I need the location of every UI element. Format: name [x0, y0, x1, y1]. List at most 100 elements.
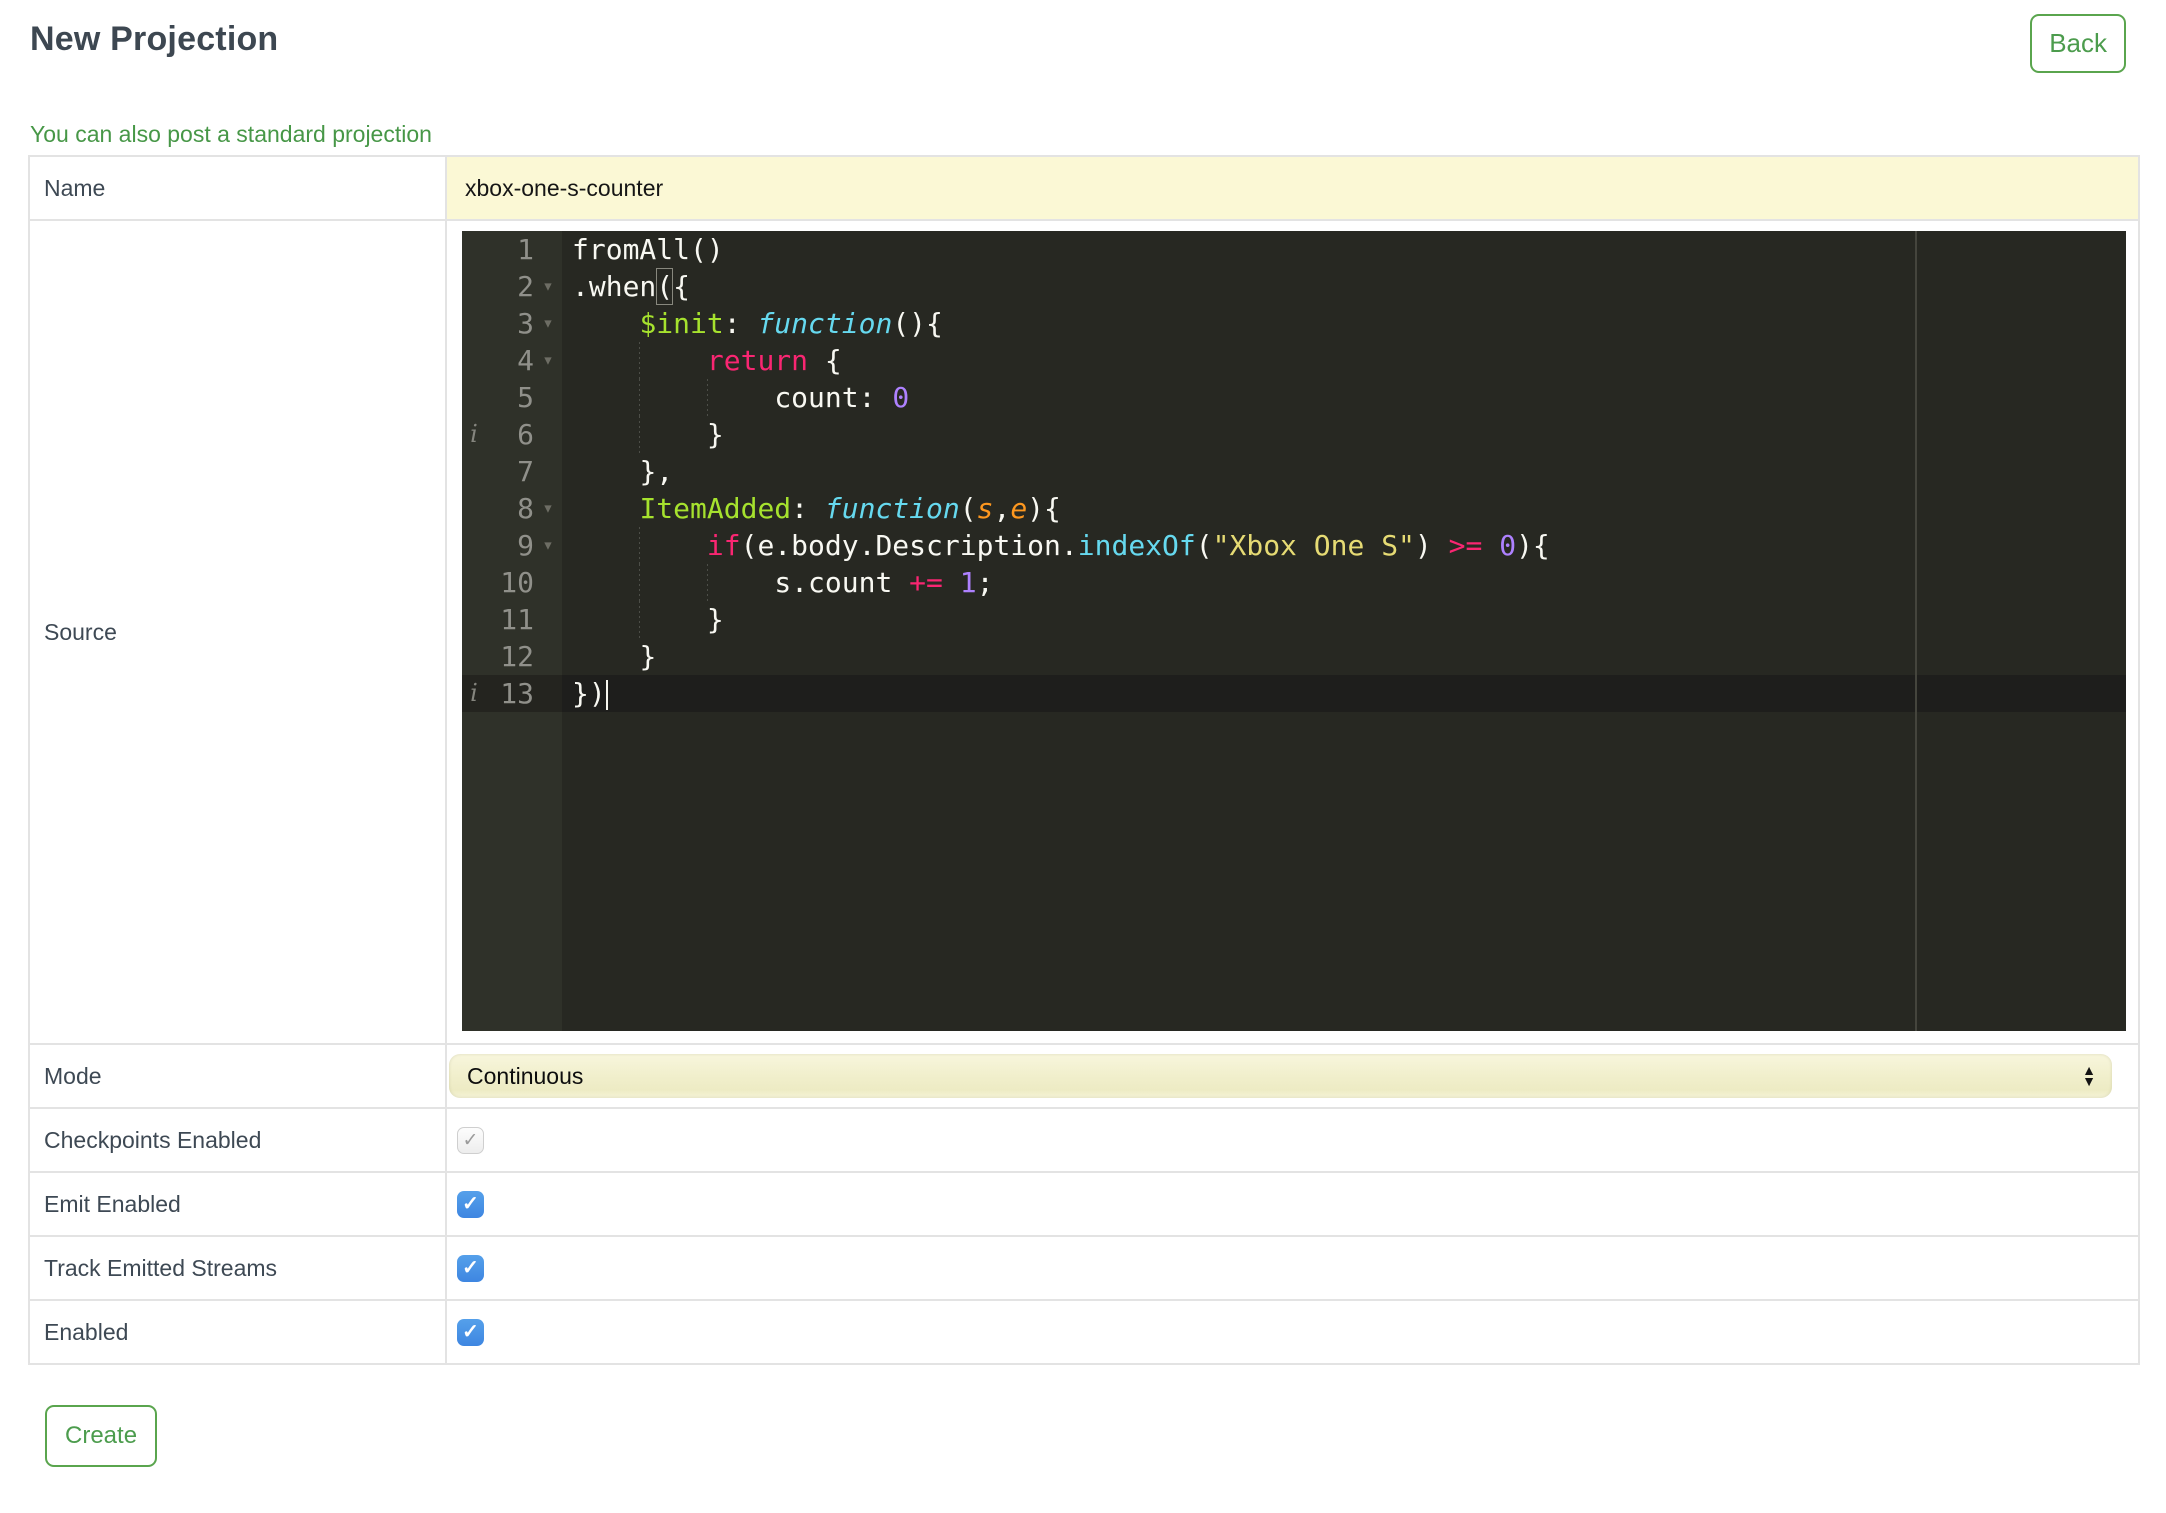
checkmark-icon: ✓: [462, 1257, 479, 1279]
mode-select[interactable]: Continuous ▲ ▼: [449, 1054, 2112, 1098]
checkmark-icon: ✓: [462, 1193, 479, 1215]
gutter-cell: 3 ▾: [462, 305, 562, 342]
emit-checkbox[interactable]: ✓: [457, 1190, 484, 1218]
gutter-cell: 5: [462, 379, 562, 416]
enabled-label: Enabled: [28, 1299, 447, 1365]
code-line: 10 s.count += 1;: [462, 564, 2126, 601]
gutter-cell: i 13: [462, 675, 562, 712]
code-text: $init: function(){: [639, 307, 943, 340]
code-line: 12 }: [462, 638, 2126, 675]
fold-slot: [534, 231, 562, 268]
checkmark-icon: ✓: [462, 1321, 479, 1343]
code-text: ItemAdded: function(s,e){: [639, 492, 1061, 525]
page-title: New Projection: [30, 20, 279, 58]
checkpoints-label: Checkpoints Enabled: [28, 1107, 447, 1173]
gutter-cell: 1: [462, 231, 562, 268]
editor-empty-area: [462, 712, 2126, 1031]
annotation-slot: [462, 527, 486, 564]
mode-label: Mode: [28, 1043, 447, 1109]
code-line: 1 fromAll(): [462, 231, 2126, 268]
code-text: fromAll(): [572, 233, 724, 266]
name-input[interactable]: [447, 159, 2122, 217]
code-text: s.count += 1;: [562, 564, 993, 601]
annotation-slot: [462, 601, 486, 638]
line-number: 13: [500, 677, 534, 710]
fold-slot: [534, 601, 562, 638]
line-number: 3: [517, 307, 534, 340]
fold-arrow-icon[interactable]: ▾: [534, 268, 562, 305]
code-text: if(e.body.Description.indexOf("Xbox One …: [562, 527, 1550, 564]
line-number: 11: [500, 603, 534, 636]
fold-arrow-icon[interactable]: ▾: [534, 342, 562, 379]
code-text: },: [639, 455, 674, 488]
gutter-cell: 12: [462, 638, 562, 675]
fold-slot: [534, 638, 562, 675]
annotation-slot: [462, 231, 486, 268]
gutter-cell: 11: [462, 601, 562, 638]
mode-row: Mode Continuous ▲ ▼: [28, 1043, 2140, 1109]
fold-slot: [534, 379, 562, 416]
select-down-arrow-icon: ▼: [2082, 1073, 2096, 1089]
gutter-cell: i6: [462, 416, 562, 453]
emit-cell: ✓: [445, 1171, 2140, 1237]
source-code-editor[interactable]: 1 fromAll() 2 ▾ .when({3 ▾ $init: function(){…: [462, 231, 2126, 1031]
mode-select-value: Continuous: [467, 1062, 584, 1089]
fold-arrow-icon[interactable]: ▾: [534, 527, 562, 564]
fold-slot: [534, 675, 562, 712]
annotation-slot: [462, 564, 486, 601]
standard-projection-link[interactable]: You can also post a standard projection: [30, 121, 2166, 147]
fold-slot: [534, 453, 562, 490]
line-number: 2: [517, 270, 534, 303]
annotation-slot: [462, 490, 486, 527]
annotation-slot: [462, 342, 486, 379]
page-header: New Projection Back: [0, 0, 2166, 73]
back-button[interactable]: Back: [2030, 14, 2126, 73]
checkpoints-cell: ✓: [445, 1107, 2140, 1173]
track-emitted-streams-checkbox[interactable]: ✓: [457, 1254, 484, 1282]
fold-slot: [534, 564, 562, 601]
fold-arrow-icon[interactable]: ▾: [534, 305, 562, 342]
gutter-cell: 10: [462, 564, 562, 601]
annotation-slot: [462, 305, 486, 342]
code-line: 5 count: 0: [462, 379, 2126, 416]
line-number: 7: [517, 455, 534, 488]
track-row: Track Emitted Streams ✓: [28, 1235, 2140, 1301]
gutter-cell: 8 ▾: [462, 490, 562, 527]
name-label: Name: [28, 155, 447, 221]
fold-arrow-icon[interactable]: ▾: [534, 490, 562, 527]
projection-form-table: Name Source 1fromAll()2▾.when({3▾ $init:…: [28, 155, 2140, 1365]
gutter-cell: 2 ▾: [462, 268, 562, 305]
annotation-info-icon: i: [470, 420, 478, 448]
code-line: 8 ▾ ItemAdded: function(s,e){: [462, 490, 2126, 527]
name-row: Name: [28, 155, 2140, 221]
code-text: }: [562, 601, 724, 638]
line-number: 12: [500, 640, 534, 673]
line-number: 9: [517, 529, 534, 562]
track-label: Track Emitted Streams: [28, 1235, 447, 1301]
line-number: 5: [517, 381, 534, 414]
code-line: 4 ▾ return {: [462, 342, 2126, 379]
line-number: 1: [517, 233, 534, 266]
line-number: 8: [517, 492, 534, 525]
checkmark-icon: ✓: [462, 1129, 479, 1151]
enabled-cell: ✓: [445, 1299, 2140, 1365]
code-line: 11 }: [462, 601, 2126, 638]
mode-cell: Continuous ▲ ▼: [445, 1043, 2140, 1109]
annotation-slot: [462, 379, 486, 416]
checkpoints-row: Checkpoints Enabled ✓: [28, 1107, 2140, 1173]
emit-row: Emit Enabled ✓: [28, 1171, 2140, 1237]
gutter-filler: [462, 712, 562, 1031]
code-line: 7 },: [462, 453, 2126, 490]
print-margin-line: [1915, 231, 1917, 1031]
annotation-slot: [462, 638, 486, 675]
enabled-checkbox[interactable]: ✓: [457, 1318, 484, 1346]
new-projection-page: New Projection Back You can also post a …: [0, 0, 2166, 1467]
text-cursor: [605, 680, 608, 710]
create-button[interactable]: Create: [45, 1405, 158, 1467]
code-text: return {: [562, 342, 842, 379]
line-number: 10: [500, 566, 534, 599]
fold-slot: [534, 416, 562, 453]
gutter-cell: 4 ▾: [462, 342, 562, 379]
code-line: 3 ▾ $init: function(){: [462, 305, 2126, 342]
gutter-cell: 7: [462, 453, 562, 490]
